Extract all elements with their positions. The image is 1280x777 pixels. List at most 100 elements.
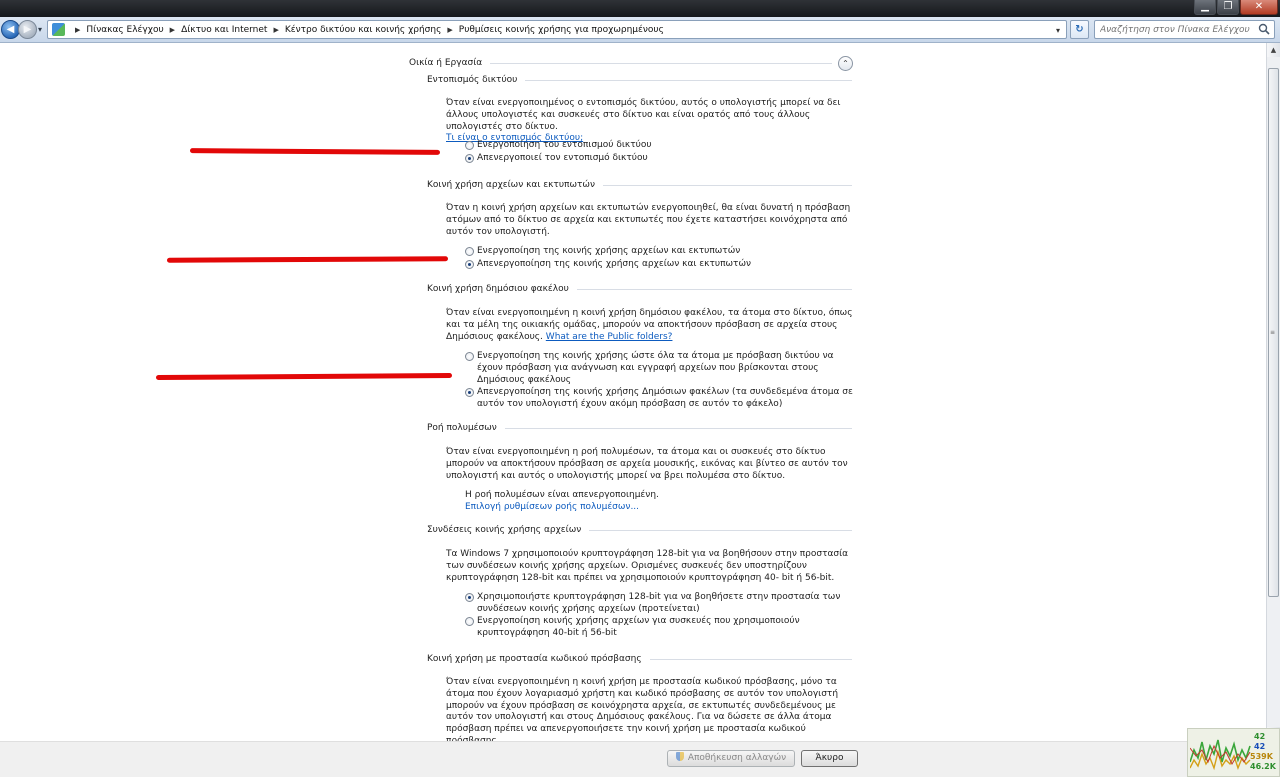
media-status-text: Η ροή πολυμέσων είναι απενεργοποιημένη. bbox=[465, 490, 659, 500]
divider bbox=[525, 79, 852, 81]
gadget-value: 539K bbox=[1250, 752, 1273, 761]
breadcrumb-separator-icon[interactable]: ▶ bbox=[170, 26, 175, 34]
divider bbox=[603, 184, 852, 186]
address-dropdown-icon[interactable]: ▾ bbox=[1056, 26, 1060, 35]
option-label: Χρησιμοποιήστε κρυπτογράφηση 128-bit για… bbox=[477, 592, 841, 614]
option-file-printer-on[interactable]: Ενεργοποίηση της κοινής χρήσης αρχείων κ… bbox=[465, 246, 855, 258]
search-box[interactable] bbox=[1094, 20, 1275, 39]
footer-bar: Αποθήκευση αλλαγών Άκυρο bbox=[0, 741, 1280, 777]
scroll-grip-icon: ≡ bbox=[1270, 328, 1276, 336]
close-button[interactable]: ✕ bbox=[1240, 0, 1278, 15]
description-text: Τα Windows 7 χρησιμοποιούν κρυπτογράφηση… bbox=[446, 549, 849, 583]
section-heading: Κοινή χρήση με προστασία κωδικού πρόσβασ… bbox=[427, 654, 642, 664]
option-public-folder-off[interactable]: Απενεργοποίηση της κοινής χρήσης Δημόσιω… bbox=[465, 387, 855, 411]
scroll-up-arrow-icon[interactable]: ▲ bbox=[1267, 43, 1280, 57]
option-discovery-off[interactable]: Απενεργοποιεί τον εντοπισμό δικτύου bbox=[465, 153, 855, 165]
window-title-bar: ▁ ❐ ✕ bbox=[0, 0, 1280, 17]
navigation-bar: ◀ ▶ ▾ ▶ Πίνακας Ελέγχου ▶ Δίκτυο και Int… bbox=[0, 17, 1280, 43]
section-heading: Κοινή χρήση δημόσιου φακέλου bbox=[427, 284, 569, 294]
section-file-sharing-connections: Συνδέσεις κοινής χρήσης αρχείων bbox=[427, 525, 852, 535]
radio-button-selected[interactable] bbox=[465, 154, 474, 163]
radio-button[interactable] bbox=[465, 247, 474, 256]
network-meter-gadget: 42 42 539K 46.2K bbox=[1187, 728, 1280, 777]
recent-pages-dropdown-icon[interactable]: ▾ bbox=[38, 25, 42, 34]
option-label: Απενεργοποίηση της κοινής χρήσης αρχείων… bbox=[477, 259, 752, 269]
search-input[interactable] bbox=[1095, 21, 1255, 38]
breadcrumb-network-sharing-center[interactable]: Κέντρο δικτύου και κοινής χρήσης bbox=[285, 25, 442, 35]
breadcrumb-advanced-sharing[interactable]: Ρυθμίσεις κοινής χρήσης για προχωρημένου… bbox=[459, 25, 664, 35]
minimize-button[interactable]: ▁ bbox=[1194, 0, 1216, 15]
gadget-value: 46.2K bbox=[1250, 762, 1276, 771]
option-40-56bit-encryption[interactable]: Ενεργοποίηση κοινής χρήσης αρχείων για σ… bbox=[465, 616, 855, 640]
section-heading: Εντοπισμός δικτύου bbox=[427, 75, 518, 85]
breadcrumb-separator-icon[interactable]: ▶ bbox=[273, 26, 278, 34]
section-heading: Συνδέσεις κοινής χρήσης αρχείων bbox=[427, 525, 582, 535]
media-streaming-options-link[interactable]: Επιλογή ρυθμίσεων ροής πολυμέσων... bbox=[465, 502, 639, 512]
radio-button-selected[interactable] bbox=[465, 593, 474, 602]
radio-button[interactable] bbox=[465, 352, 474, 361]
option-label: Ενεργοποίηση κοινής χρήσης αρχείων για σ… bbox=[477, 616, 800, 638]
vertical-scrollbar[interactable]: ▲ ≡ ▼ bbox=[1266, 43, 1280, 741]
section-description: Όταν είναι ενεργοποιημένη η ροή πολυμέσω… bbox=[446, 447, 854, 482]
divider bbox=[649, 658, 852, 660]
description-text: Όταν η κοινή χρήση αρχείων και εκτυπωτών… bbox=[446, 203, 851, 237]
red-annotation-stroke bbox=[166, 256, 449, 263]
save-changes-label: Αποθήκευση αλλαγών bbox=[687, 753, 787, 763]
uac-shield-icon bbox=[675, 752, 684, 761]
option-label: Απενεργοποίηση της κοινής χρήσης Δημόσιω… bbox=[477, 387, 853, 409]
radio-button[interactable] bbox=[465, 141, 474, 150]
public-folders-help-link[interactable]: What are the Public folders? bbox=[546, 332, 673, 342]
option-discovery-on[interactable]: Ενεργοποίηση του εντοπισμού δικτύου bbox=[465, 140, 855, 152]
description-text: Όταν είναι ενεργοποιημένη η κοινή χρήση … bbox=[446, 677, 839, 741]
divider bbox=[589, 529, 852, 531]
section-heading: Κοινή χρήση αρχείων και εκτυπωτών bbox=[427, 180, 595, 190]
breadcrumb-control-panel[interactable]: Πίνακας Ελέγχου bbox=[86, 25, 163, 35]
maximize-button[interactable]: ❐ bbox=[1217, 0, 1239, 15]
gadget-value: 42 bbox=[1254, 742, 1266, 751]
section-file-printer-sharing: Κοινή χρήση αρχείων και εκτυπωτών bbox=[427, 180, 852, 190]
breadcrumb-network-internet[interactable]: Δίκτυο και Internet bbox=[181, 25, 267, 35]
address-bar[interactable]: ▶ Πίνακας Ελέγχου ▶ Δίκτυο και Internet … bbox=[47, 20, 1067, 39]
settings-content: Οικία ή Εργασία ⌃ Εντοπισμός δικτύου Ότα… bbox=[0, 43, 1266, 741]
section-public-folder-sharing: Κοινή χρήση δημόσιου φακέλου bbox=[427, 284, 852, 294]
divider bbox=[504, 427, 852, 429]
save-changes-button[interactable]: Αποθήκευση αλλαγών bbox=[667, 750, 795, 767]
media-status: Η ροή πολυμέσων είναι απενεργοποιημένη. … bbox=[465, 490, 855, 514]
control-panel-icon bbox=[52, 23, 65, 36]
forward-button[interactable]: ▶ bbox=[18, 20, 37, 39]
option-file-printer-off[interactable]: Απενεργοποίηση της κοινής χρήσης αρχείων… bbox=[465, 259, 855, 271]
radio-button-selected[interactable] bbox=[465, 260, 474, 269]
option-label: Απενεργοποιεί τον εντοπισμό δικτύου bbox=[477, 153, 648, 163]
refresh-button[interactable]: ↻ bbox=[1070, 20, 1089, 39]
profile-group-header: Οικία ή Εργασία ⌃ bbox=[409, 55, 853, 71]
option-public-folder-on[interactable]: Ενεργοποίηση της κοινής χρήσης ώστε όλα … bbox=[465, 351, 855, 386]
search-icon[interactable] bbox=[1258, 23, 1270, 35]
section-heading: Ροή πολυμέσων bbox=[427, 423, 497, 433]
section-password-protected-sharing: Κοινή χρήση με προστασία κωδικού πρόσβασ… bbox=[427, 654, 852, 664]
divider bbox=[490, 62, 832, 64]
divider bbox=[576, 288, 852, 290]
cancel-button[interactable]: Άκυρο bbox=[801, 750, 858, 767]
option-label: Ενεργοποίηση της κοινής χρήσης αρχείων κ… bbox=[477, 246, 741, 256]
section-description: Όταν είναι ενεργοποιημένος ο εντοπισμός … bbox=[446, 98, 854, 145]
radio-button-selected[interactable] bbox=[465, 388, 474, 397]
section-description: Όταν είναι ενεργοποιημένη η κοινή χρήση … bbox=[446, 308, 854, 343]
option-label: Ενεργοποίηση του εντοπισμού δικτύου bbox=[477, 140, 652, 150]
red-annotation-stroke bbox=[189, 148, 441, 155]
section-description: Όταν είναι ενεργοποιημένη η κοινή χρήση … bbox=[446, 677, 854, 741]
description-text: Όταν είναι ενεργοποιημένος ο εντοπισμός … bbox=[446, 98, 841, 132]
section-description: Όταν η κοινή χρήση αρχείων και εκτυπωτών… bbox=[446, 203, 854, 238]
collapse-chevron-icon[interactable]: ⌃ bbox=[838, 55, 853, 71]
profile-title: Οικία ή Εργασία bbox=[409, 58, 483, 68]
option-128bit-encryption[interactable]: Χρησιμοποιήστε κρυπτογράφηση 128-bit για… bbox=[465, 592, 855, 616]
section-description: Τα Windows 7 χρησιμοποιούν κρυπτογράφηση… bbox=[446, 549, 854, 584]
gadget-value: 42 bbox=[1254, 732, 1266, 741]
network-activity-graph bbox=[1190, 739, 1251, 771]
description-text: Όταν είναι ενεργοποιημένη η ροή πολυμέσω… bbox=[446, 447, 848, 481]
radio-button[interactable] bbox=[465, 617, 474, 626]
breadcrumb-separator-icon[interactable]: ▶ bbox=[75, 26, 80, 34]
section-network-discovery: Εντοπισμός δικτύου bbox=[427, 75, 852, 85]
breadcrumb-separator-icon[interactable]: ▶ bbox=[447, 26, 452, 34]
option-label: Ενεργοποίηση της κοινής χρήσης ώστε όλα … bbox=[477, 351, 834, 385]
section-media-streaming: Ροή πολυμέσων bbox=[427, 423, 852, 433]
